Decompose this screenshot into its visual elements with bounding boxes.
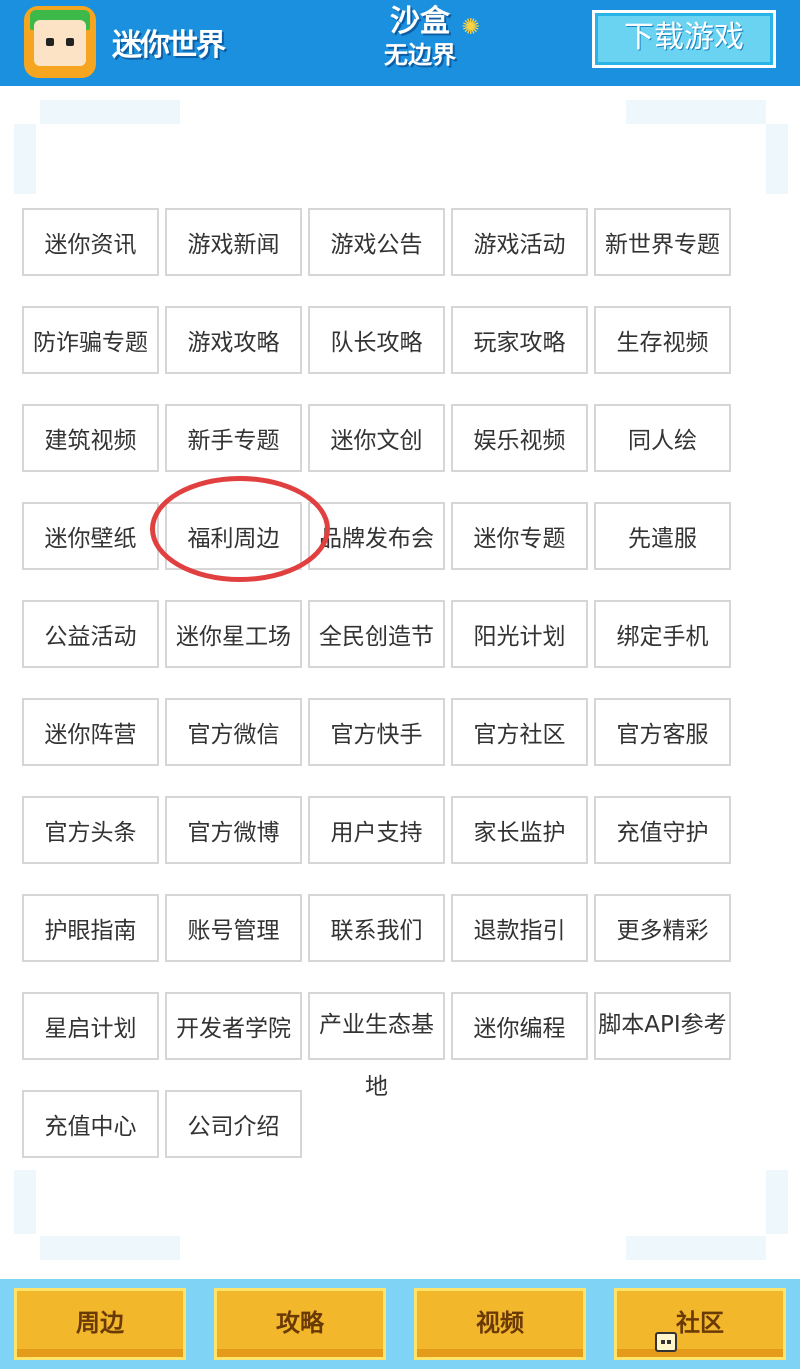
frame-decoration (626, 100, 766, 124)
download-game-button[interactable]: 下载游戏 (592, 10, 776, 68)
category-grid: 迷你资讯 游戏新闻 游戏公告 游戏活动 新世界专题防诈骗专题 游戏攻略 队长攻略 玩家攻略 生存… (22, 208, 742, 1158)
top-header: 迷你世界 ✺ 沙盒 无边界 下载游戏 (0, 0, 800, 86)
app-icon-face (34, 20, 86, 66)
frame-decoration (766, 1170, 788, 1234)
nav-button-zhoubian[interactable]: 周边 (14, 1288, 186, 1360)
grid-link-22[interactable]: 全民创造节 (308, 600, 445, 668)
grid-link-24[interactable]: 绑定手机 (594, 600, 731, 668)
grid-link-45[interactable]: 充值中心 (22, 1090, 159, 1158)
grid-link-33[interactable]: 家长监护 (451, 796, 588, 864)
grid-link-9[interactable]: 生存视频 (594, 306, 731, 374)
sun-icon: ✺ (461, 15, 480, 40)
center-logo: ✺ 沙盒 无边界 (360, 4, 480, 82)
grid-link-15[interactable]: 迷你壁纸 (22, 502, 159, 570)
grid-link-10[interactable]: 建筑视频 (22, 404, 159, 472)
grid-link-35[interactable]: 护眼指南 (22, 894, 159, 962)
grid-link-6[interactable]: 游戏攻略 (165, 306, 302, 374)
app-icon-eye-left (46, 38, 54, 46)
robot-icon[interactable] (655, 1332, 677, 1352)
grid-link-29[interactable]: 官方客服 (594, 698, 731, 766)
frame-decoration (626, 1236, 766, 1260)
grid-link-41[interactable]: 开发者学院 (165, 992, 302, 1060)
grid-link-28[interactable]: 官方社区 (451, 698, 588, 766)
grid-link-0[interactable]: 迷你资讯 (22, 208, 159, 276)
grid-link-36[interactable]: 账号管理 (165, 894, 302, 962)
frame-decoration (14, 124, 36, 194)
grid-link-label: 产业生态基地 (319, 1012, 434, 1100)
app-icon[interactable] (24, 6, 96, 78)
grid-link-32[interactable]: 用户支持 (308, 796, 445, 864)
grid-link-26[interactable]: 官方微信 (165, 698, 302, 766)
grid-link-21[interactable]: 迷你星工场 (165, 600, 302, 668)
grid-link-4[interactable]: 新世界专题 (594, 208, 731, 276)
grid-link-39[interactable]: 更多精彩 (594, 894, 731, 962)
grid-link-7[interactable]: 队长攻略 (308, 306, 445, 374)
grid-link-11[interactable]: 新手专题 (165, 404, 302, 472)
grid-link-44[interactable]: 脚本API参考 (594, 992, 731, 1060)
grid-link-19[interactable]: 先遣服 (594, 502, 731, 570)
grid-link-1[interactable]: 游戏新闻 (165, 208, 302, 276)
grid-link-17[interactable]: 品牌发布会 (308, 502, 445, 570)
grid-link-25[interactable]: 迷你阵营 (22, 698, 159, 766)
frame-decoration (40, 100, 180, 124)
brand-logo-text[interactable]: 迷你世界 (112, 20, 226, 64)
grid-link-27[interactable]: 官方快手 (308, 698, 445, 766)
grid-link-12[interactable]: 迷你文创 (308, 404, 445, 472)
grid-link-13[interactable]: 娱乐视频 (451, 404, 588, 472)
grid-link-23[interactable]: 阳光计划 (451, 600, 588, 668)
grid-link-34[interactable]: 充值守护 (594, 796, 731, 864)
grid-link-37[interactable]: 联系我们 (308, 894, 445, 962)
frame-decoration (766, 124, 788, 194)
grid-link-2[interactable]: 游戏公告 (308, 208, 445, 276)
app-icon-eye-right (66, 38, 74, 46)
grid-link-42[interactable]: 产业生态基地 (308, 992, 445, 1100)
nav-button-shipin[interactable]: 视频 (414, 1288, 586, 1360)
grid-link-8[interactable]: 玩家攻略 (451, 306, 588, 374)
grid-link-20[interactable]: 公益活动 (22, 600, 159, 668)
grid-link-5[interactable]: 防诈骗专题 (22, 306, 159, 374)
grid-link-38[interactable]: 退款指引 (451, 894, 588, 962)
grid-link-40[interactable]: 星启计划 (22, 992, 159, 1060)
grid-link-label: 脚本API参考 (598, 1012, 727, 1038)
grid-link-18[interactable]: 迷你专题 (451, 502, 588, 570)
grid-link-3[interactable]: 游戏活动 (451, 208, 588, 276)
grid-link-16[interactable]: 福利周边 (165, 502, 302, 570)
grid-link-46[interactable]: 公司介绍 (165, 1090, 302, 1158)
nav-button-shequ[interactable]: 社区 (614, 1288, 786, 1360)
grid-link-31[interactable]: 官方微博 (165, 796, 302, 864)
frame-decoration (14, 1170, 36, 1234)
grid-link-30[interactable]: 官方头条 (22, 796, 159, 864)
nav-button-gonglue[interactable]: 攻略 (214, 1288, 386, 1360)
frame-decoration (40, 1236, 180, 1260)
grid-link-14[interactable]: 同人绘 (594, 404, 731, 472)
grid-link-43[interactable]: 迷你编程 (451, 992, 588, 1060)
